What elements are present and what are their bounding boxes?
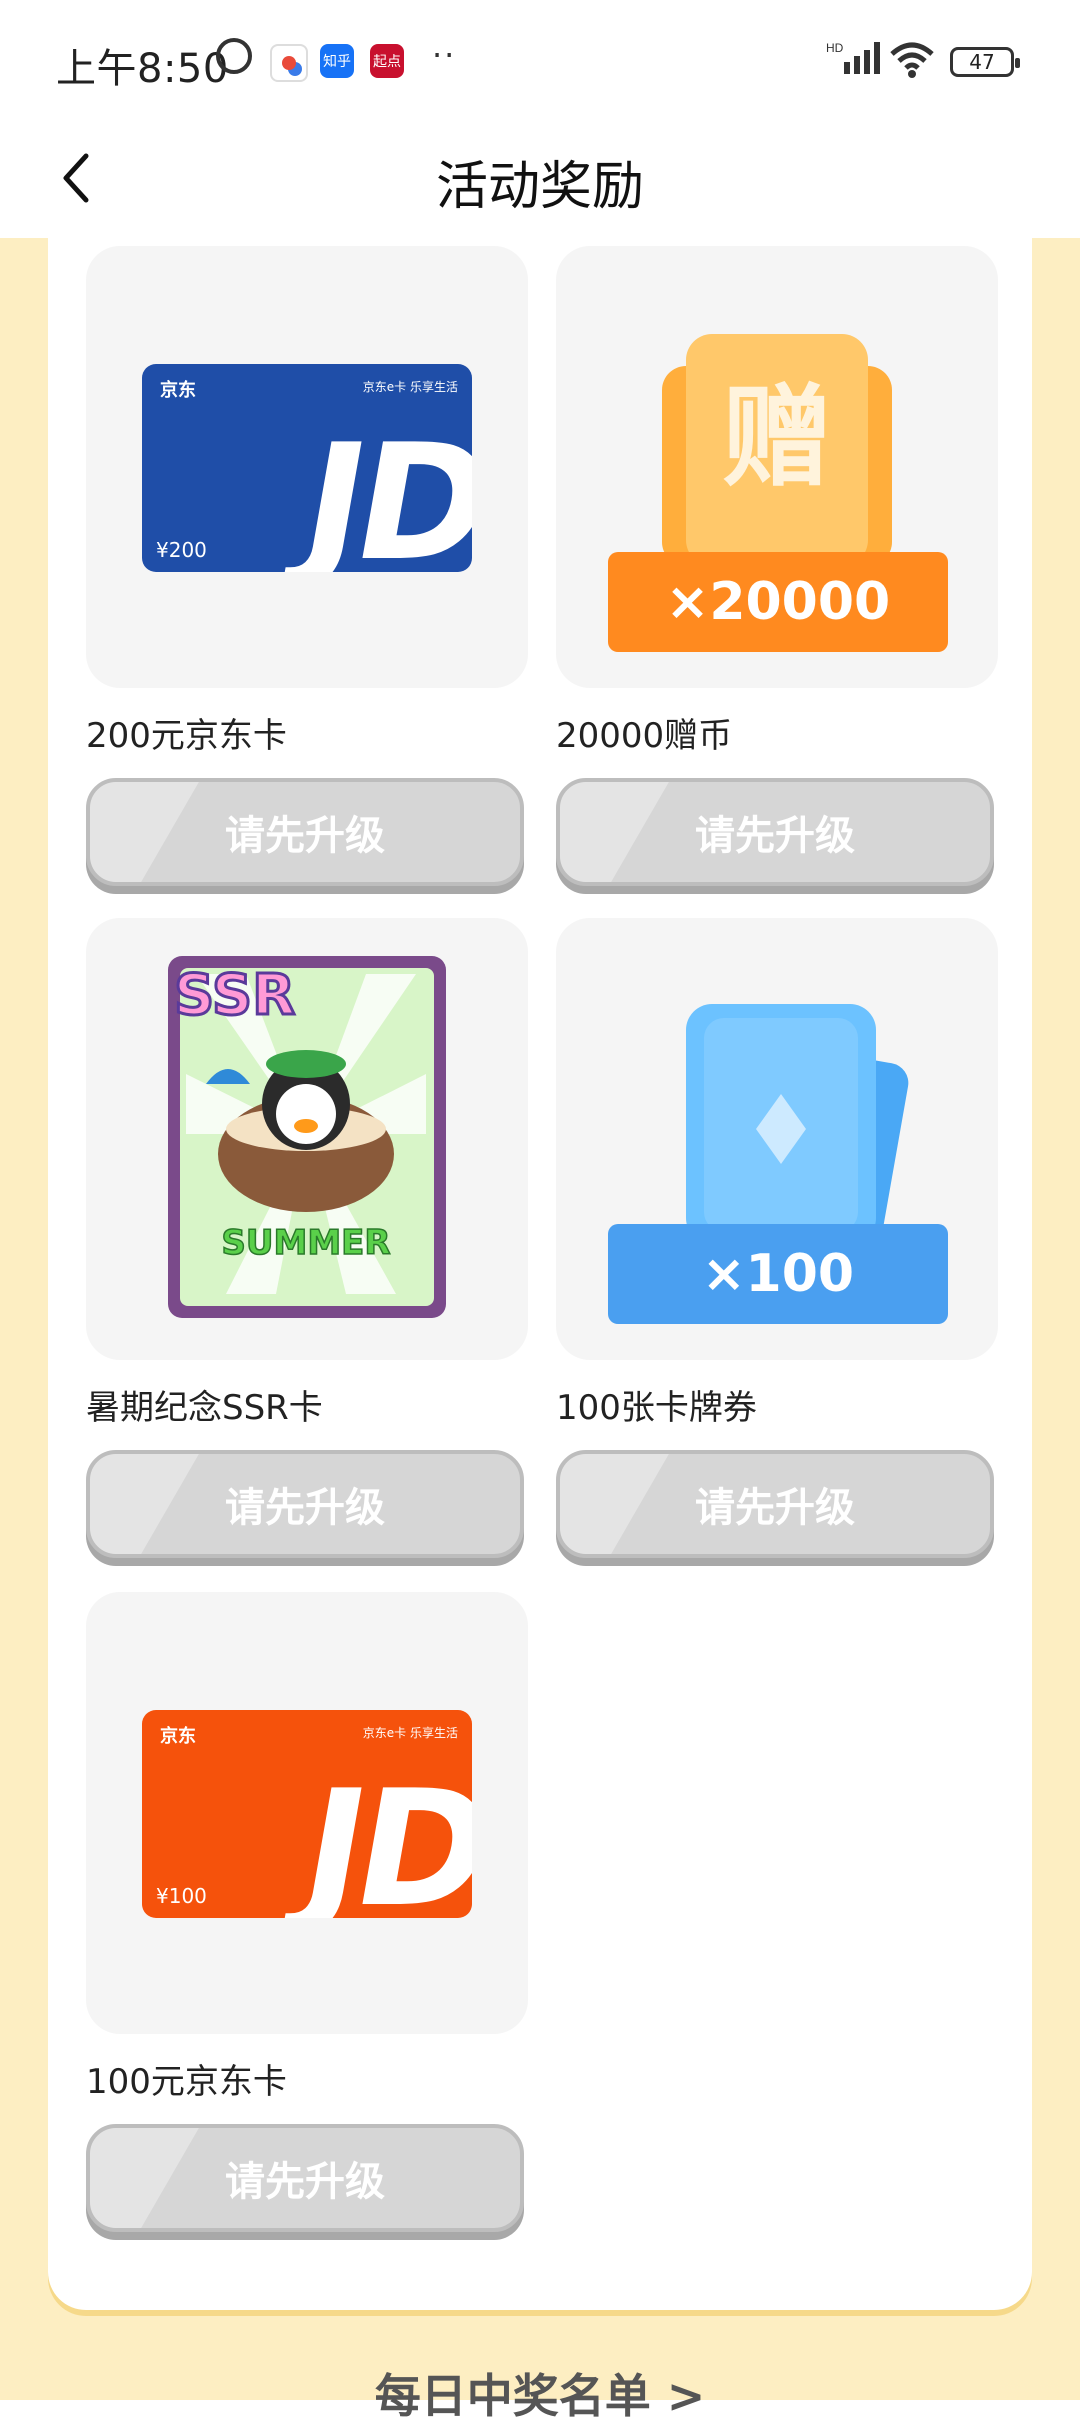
zhihu-icon: 知乎 [320, 44, 354, 78]
jd-sub-brand-label: 京东e卡 乐享生活 [362, 1726, 458, 1740]
signal-icon: HD [826, 41, 880, 74]
jd-brand-label: 京东 [160, 1726, 196, 1747]
gift-coin-ticket-icon: 赠 [662, 334, 892, 566]
jd-sub-brand-label: 京东e卡 乐享生活 [362, 380, 458, 394]
reward-card-coins: 赠 ×20000 20000赠币 请先升级 [556, 246, 998, 886]
reward-name: 100元京东卡 [86, 2062, 287, 2102]
svg-text:SSR: SSR [174, 963, 295, 1028]
svg-text:SUMMER: SUMMER [221, 1223, 390, 1263]
reward-card-jd-100: 京东 京东e卡 乐享生活 JD ¥100 100元京东卡 请先升级 [86, 1592, 528, 2232]
alarm-icon [216, 38, 252, 74]
header: 活动奖励 [0, 118, 1080, 238]
card-amount: ¥100 [156, 1884, 207, 1908]
jd-gift-card-image: 京东 京东e卡 乐享生活 JD ¥200 [142, 364, 472, 572]
upgrade-button[interactable]: 请先升级 [86, 1450, 524, 1558]
upgrade-button[interactable]: 请先升级 [86, 2124, 524, 2232]
coin-count-badge: ×20000 [608, 552, 948, 652]
reward-name: 200元京东卡 [86, 716, 287, 756]
upgrade-button[interactable]: 请先升级 [556, 778, 994, 886]
reward-card-ssr: SSR SUMMER 暑期纪念SSR卡 请先升级 [86, 918, 528, 1558]
jd-brand-label: 京东 [160, 380, 196, 401]
reward-image: ×100 [556, 918, 998, 1360]
reward-image: 京东 京东e卡 乐享生活 JD ¥200 [86, 246, 528, 688]
upgrade-button[interactable]: 请先升级 [86, 778, 524, 886]
voucher-count-badge: ×100 [608, 1224, 948, 1324]
ssr-summer-card-image: SSR SUMMER [168, 956, 446, 1318]
more-notifications-icon: ·· [432, 36, 457, 74]
status-bar: 上午8:50 知乎 起点 ·· HD 47 [0, 0, 1080, 118]
jd-logo: JD [289, 1755, 472, 1918]
status-time: 上午8:50 [56, 46, 229, 92]
reward-name: 100张卡牌券 [556, 1388, 757, 1428]
svg-text:赠: 赠 [722, 374, 832, 502]
qidian-icon: 起点 [370, 44, 404, 78]
reward-name: 20000赠币 [556, 716, 733, 756]
jd-logo: JD [289, 409, 472, 572]
reward-image: SSR SUMMER [86, 918, 528, 1360]
wifi-icon [890, 42, 934, 78]
upgrade-button[interactable]: 请先升级 [556, 1450, 994, 1558]
reward-name: 暑期纪念SSR卡 [86, 1388, 323, 1428]
reward-card-vouchers: ×100 100张卡牌券 请先升级 [556, 918, 998, 1558]
jd-gift-card-image: 京东 京东e卡 乐享生活 JD ¥100 [142, 1710, 472, 1918]
card-voucher-ticket-icon [686, 1004, 909, 1244]
reward-image: 京东 京东e卡 乐享生活 JD ¥100 [86, 1592, 528, 2034]
card-amount: ¥200 [156, 538, 207, 562]
reward-image: 赠 ×20000 [556, 246, 998, 688]
svg-text:HD: HD [826, 41, 844, 55]
daily-winners-link[interactable]: 每日中奖名单 > [0, 2360, 1080, 2426]
page-title: 活动奖励 [435, 157, 644, 217]
app-icon-1 [270, 44, 308, 82]
battery-icon: 47 [950, 47, 1020, 77]
reward-card-jd-200: 京东 京东e卡 乐享生活 JD ¥200 200元京东卡 请先升级 [86, 246, 528, 886]
